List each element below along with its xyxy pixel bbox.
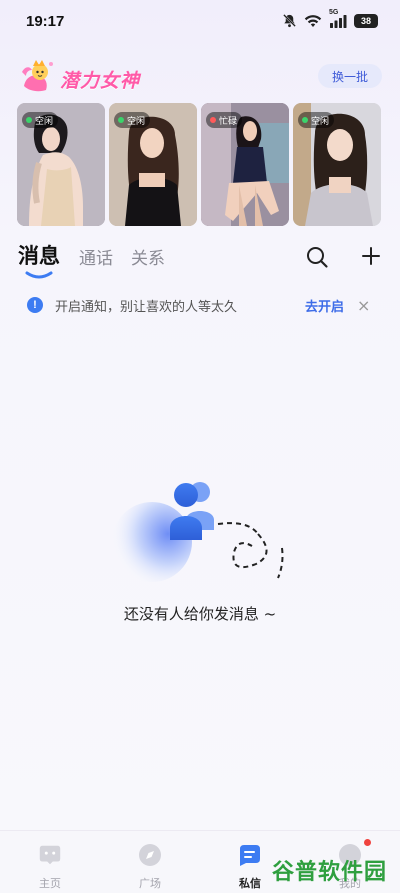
watermark-logo: 谷普软件园 [272, 852, 394, 886]
status-dot [26, 117, 32, 123]
nav-messages[interactable]: 私信 [220, 843, 280, 891]
nav-label: 私信 [239, 877, 261, 890]
tab-calls[interactable]: 通话 [79, 244, 113, 269]
status-dot [210, 117, 216, 123]
nav-square[interactable]: 广场 [120, 843, 180, 891]
nav-label: 主页 [39, 877, 61, 890]
empty-state-text: 还没有人给你发消息 ~ [123, 605, 277, 623]
status-badge: 空闲 [22, 112, 59, 128]
wifi-icon [304, 14, 322, 28]
status-icons: 5G 38 [282, 9, 378, 28]
battery-indicator: 38 [354, 13, 378, 28]
active-tab-indicator [25, 271, 53, 279]
status-label: 空闲 [311, 116, 330, 127]
cellular-icon: 5G [329, 9, 347, 28]
profile-card[interactable]: 忙碌 [201, 103, 289, 226]
status-badge: 空闲 [114, 112, 151, 128]
status-label: 空闲 [127, 116, 146, 127]
enable-notifications-button[interactable]: 去开启 [305, 296, 344, 315]
profile-card[interactable]: 空闲 [17, 103, 105, 226]
close-icon[interactable]: × [357, 296, 370, 315]
status-dot [118, 117, 124, 123]
status-label: 空闲 [35, 116, 54, 127]
nav-home[interactable]: 主页 [20, 843, 80, 891]
tab-messages[interactable]: 消息 [18, 240, 60, 270]
status-bar: 19:17 5G 38 [0, 0, 400, 44]
profile-card[interactable]: 空闲 [293, 103, 381, 226]
refresh-button[interactable]: 换一批 [318, 64, 382, 88]
info-icon: ! [27, 297, 43, 313]
network-type-label: 5G [329, 8, 339, 16]
empty-illustration [110, 480, 290, 590]
message-icon [237, 843, 263, 867]
profile-card[interactable]: 空闲 [109, 103, 197, 226]
status-label: 忙碌 [219, 116, 238, 127]
brand-logo-icon [18, 56, 58, 96]
compass-icon [137, 843, 163, 867]
nav-label: 广场 [139, 877, 161, 890]
add-button[interactable] [360, 245, 382, 267]
status-badge: 空闲 [298, 112, 335, 128]
plus-icon [362, 247, 380, 265]
status-badge: 忙碌 [206, 112, 243, 128]
notice-text: 开启通知，别让喜欢的人等太久 [55, 299, 238, 315]
message-tabs: 消息 通话 关系 [0, 236, 400, 286]
status-dot [302, 117, 308, 123]
mute-bell-icon [282, 13, 297, 28]
brand-title: 潜力女神 [60, 69, 141, 92]
search-button[interactable] [305, 245, 329, 269]
notification-banner: ! 开启通知，别让喜欢的人等太久 去开启 × [17, 288, 383, 322]
status-time: 19:17 [26, 13, 65, 30]
tab-relations[interactable]: 关系 [131, 244, 165, 269]
search-icon [307, 247, 328, 268]
brand-header: 潜力女神 [18, 56, 140, 96]
notification-dot [364, 839, 371, 846]
home-icon [37, 843, 63, 867]
watermark-text: 谷普软件园 [272, 860, 388, 885]
featured-cards: 空闲 空闲 忙碌 空闲 [17, 103, 383, 226]
